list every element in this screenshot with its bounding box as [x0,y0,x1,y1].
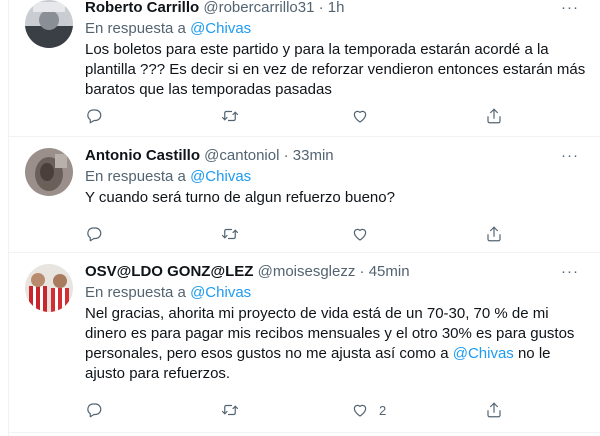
tweet-text: Nel gracias, ahorita mi proyecto de vida… [85,304,587,384]
avatar[interactable] [25,148,73,196]
reply-icon [85,225,103,243]
more-options-icon[interactable]: ··· [561,0,579,18]
share-button[interactable] [485,106,503,126]
reply-prefix: En respuesta a [85,168,186,185]
reply-context: En respuesta a @Chivas [85,19,587,39]
action-bar [85,106,587,126]
like-count: 2 [379,402,387,418]
reply-icon [85,107,103,125]
retweet-button[interactable] [221,400,239,420]
author-name[interactable]: OSV@LDO GONZ@LEZ [85,263,253,280]
tweet[interactable]: Antonio Castillo @cantoniol · 33min ··· … [9,136,600,253]
retweet-button[interactable] [221,106,239,126]
like-button[interactable] [351,224,379,244]
reply-button[interactable] [85,106,103,126]
like-button[interactable]: 2 [351,400,386,420]
mention-link[interactable]: @Chivas [190,20,251,37]
heart-icon [351,401,369,419]
author-name[interactable]: Antonio Castillo [85,147,200,164]
timestamp[interactable]: · 33min [284,147,334,164]
share-icon [485,225,503,243]
retweet-icon [221,107,239,125]
retweet-button[interactable] [221,224,239,244]
author-handle[interactable]: @moisesglezz [258,263,356,280]
reply-button[interactable] [85,400,103,420]
heart-icon [351,107,369,125]
timeline: Roberto Carrillo @robercarrillo31 · 1h ·… [8,0,600,436]
tweet[interactable]: OSV@LDO GONZ@LEZ @moisesglezz · 45min ··… [9,252,600,433]
timestamp[interactable]: · 1h [319,0,345,16]
tweet[interactable]: Roberto Carrillo @robercarrillo31 · 1h ·… [9,0,600,137]
like-button[interactable] [351,106,379,126]
more-options-icon[interactable]: ··· [561,262,579,282]
heart-icon [351,225,369,243]
timestamp[interactable]: · 45min [360,263,410,280]
share-button[interactable] [485,224,503,244]
avatar[interactable] [25,264,73,312]
share-icon [485,107,503,125]
reply-prefix: En respuesta a [85,20,186,37]
reply-button[interactable] [85,224,103,244]
avatar[interactable] [25,0,73,48]
author-handle[interactable]: @cantoniol [204,147,279,164]
reply-context: En respuesta a @Chivas [85,283,587,303]
tweet-text: Y cuando será turno de algun refuerzo bu… [85,189,395,206]
retweet-icon [221,225,239,243]
reply-context: En respuesta a @Chivas [85,167,587,187]
author-name[interactable]: Roberto Carrillo [85,0,199,16]
tweet-text: Los boletos para este partido y para la … [85,41,586,98]
mention-link[interactable]: @Chivas [190,168,251,185]
mention-link[interactable]: @Chivas [453,345,514,362]
reply-icon [85,401,103,419]
action-bar [85,224,587,244]
share-button[interactable] [485,400,503,420]
reply-prefix: En respuesta a [85,284,186,301]
action-bar: 2 [85,400,587,420]
share-icon [485,401,503,419]
mention-link[interactable]: @Chivas [190,284,251,301]
retweet-icon [221,401,239,419]
more-options-icon[interactable]: ··· [561,146,579,166]
author-handle[interactable]: @robercarrillo31 [203,0,314,16]
